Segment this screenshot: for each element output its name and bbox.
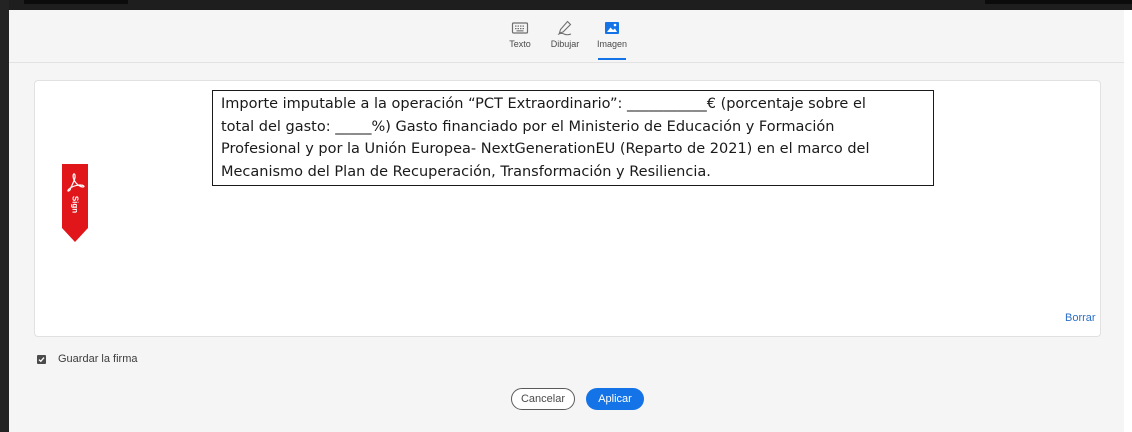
- signature-text-line: Profesional y por la Unión Europea- Next…: [221, 141, 870, 157]
- signature-text-line: Importe imputable a la operación “PCT Ex…: [221, 96, 866, 112]
- tab-imagen[interactable]: Imagen: [587, 20, 637, 60]
- acrobat-icon: [67, 173, 85, 192]
- signature-mode-tabs: Texto Dibujar Imagen: [9, 10, 1124, 63]
- pen-draw-icon: [557, 20, 572, 36]
- signature-canvas[interactable]: Importe imputable a la operación “PCT Ex…: [34, 80, 1101, 337]
- tab-texto[interactable]: Texto: [495, 20, 545, 60]
- save-signature-row[interactable]: Guardar la firma: [37, 352, 137, 366]
- save-signature-label: Guardar la firma: [58, 353, 138, 365]
- checkmark-icon: [38, 356, 45, 362]
- tab-dibujar-label: Dibujar: [550, 39, 580, 49]
- signature-dialog: Texto Dibujar Imagen Importe imputable a…: [9, 10, 1124, 432]
- sign-flag-label: Sign: [70, 195, 80, 214]
- cancel-button[interactable]: Cancelar: [511, 388, 575, 410]
- clear-link[interactable]: Borrar: [1065, 312, 1096, 324]
- top-bar-segment: [985, 0, 1132, 4]
- signature-text-line: total del gasto: _____%) Gasto financiad…: [221, 118, 835, 135]
- signature-image-preview: Importe imputable a la operación “PCT Ex…: [212, 90, 934, 186]
- window-left-edge: [0, 0, 9, 432]
- apply-button[interactable]: Aplicar: [586, 388, 644, 410]
- top-bar-segment: [24, 0, 128, 4]
- save-signature-checkbox[interactable]: [37, 354, 46, 364]
- tab-imagen-label: Imagen: [596, 39, 628, 49]
- image-icon: [605, 22, 619, 34]
- keyboard-icon: [511, 22, 529, 34]
- window-top-bar: [0, 0, 1132, 10]
- active-tab-indicator: [598, 58, 626, 60]
- sign-here-flag: Sign: [62, 164, 88, 242]
- tab-texto-label: Texto: [509, 39, 531, 49]
- tab-dibujar[interactable]: Dibujar: [540, 20, 590, 60]
- signature-text-line: Mecanismo del Plan de Recuperación, Tran…: [221, 163, 711, 180]
